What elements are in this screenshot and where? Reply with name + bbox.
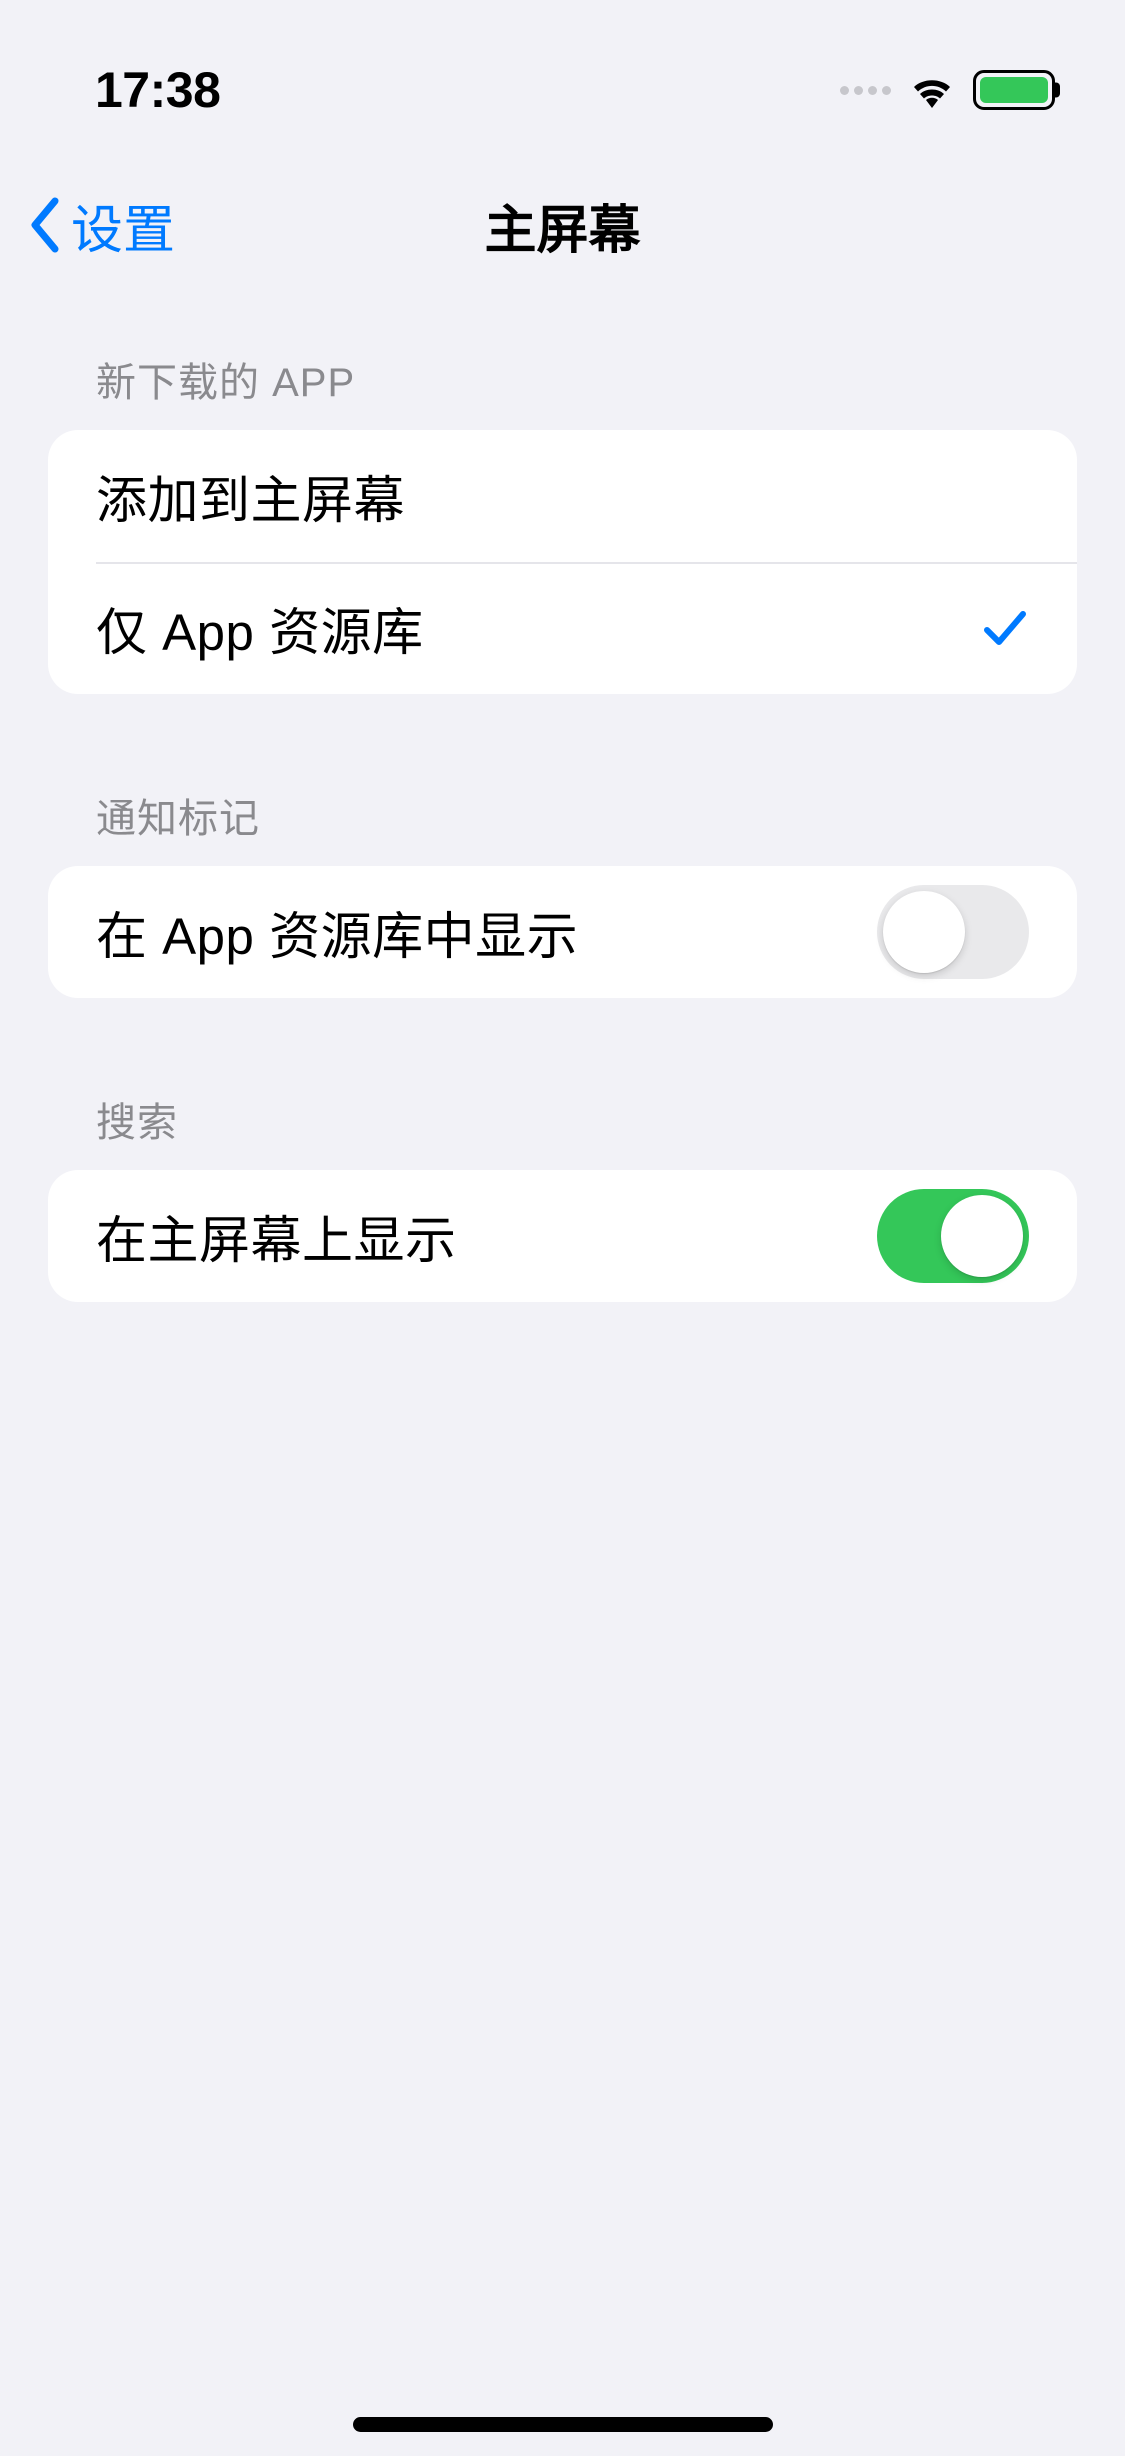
- cellular-dots-icon: [840, 86, 891, 95]
- toggle-show-in-library[interactable]: [877, 885, 1029, 979]
- back-label: 设置: [71, 188, 175, 263]
- option-label: 添加到主屏幕: [96, 459, 405, 533]
- status-indicators: [840, 70, 1055, 110]
- toggle-show-on-home[interactable]: [877, 1189, 1029, 1283]
- status-bar: 17:38: [0, 20, 1125, 160]
- group-new-downloads: 添加到主屏幕 仅 App 资源库: [48, 430, 1077, 694]
- row-label: 在主屏幕上显示: [96, 1199, 457, 1273]
- checkmark-icon: [981, 604, 1029, 652]
- section-header-new-downloads: 新下载的 APP: [48, 350, 1077, 408]
- back-button[interactable]: 设置: [25, 188, 175, 263]
- group-search: 在主屏幕上显示: [48, 1170, 1077, 1302]
- option-label: 仅 App 资源库: [96, 591, 424, 665]
- section-search: 搜索 在主屏幕上显示: [48, 1090, 1077, 1302]
- home-indicator[interactable]: [353, 2417, 773, 2432]
- row-label: 在 App 资源库中显示: [96, 895, 578, 969]
- navigation-bar: 设置 主屏幕: [0, 160, 1125, 290]
- section-header-search: 搜索: [48, 1090, 1077, 1148]
- group-notification-badges: 在 App 资源库中显示: [48, 866, 1077, 998]
- wifi-icon: [906, 70, 958, 110]
- section-header-notification-badges: 通知标记: [48, 786, 1077, 844]
- section-new-downloads: 新下载的 APP 添加到主屏幕 仅 App 资源库: [48, 350, 1077, 694]
- battery-icon: [973, 70, 1055, 110]
- option-app-library-only[interactable]: 仅 App 资源库: [48, 562, 1077, 694]
- option-add-to-home[interactable]: 添加到主屏幕: [48, 430, 1077, 562]
- status-time: 17:38: [95, 61, 220, 119]
- page-title: 主屏幕: [484, 188, 640, 263]
- row-show-on-home: 在主屏幕上显示: [48, 1170, 1077, 1302]
- row-show-in-library: 在 App 资源库中显示: [48, 866, 1077, 998]
- chevron-left-icon: [25, 195, 63, 255]
- section-notification-badges: 通知标记 在 App 资源库中显示: [48, 786, 1077, 998]
